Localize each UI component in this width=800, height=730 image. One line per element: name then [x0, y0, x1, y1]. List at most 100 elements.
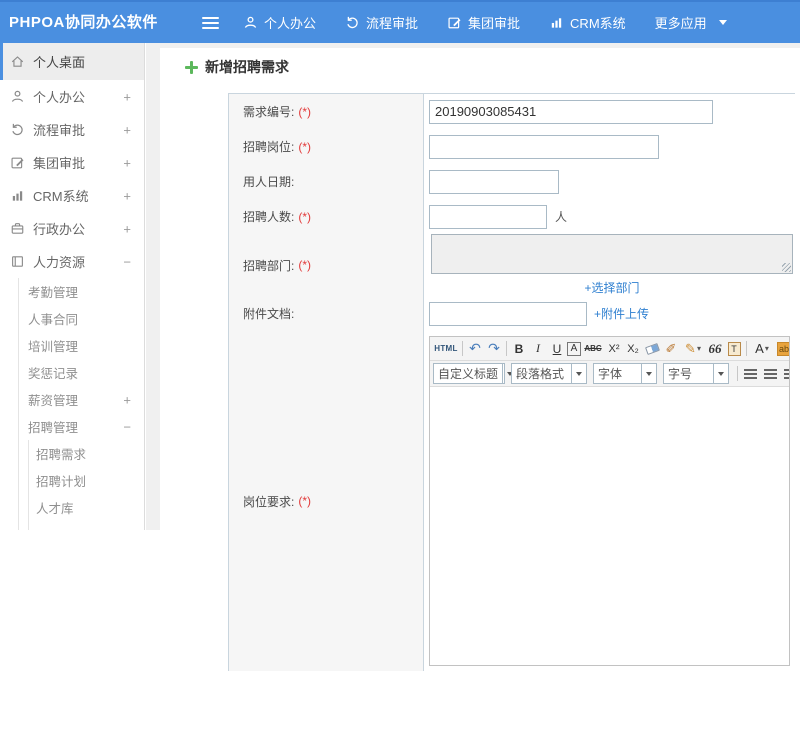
unit-suffix: 人 [555, 210, 568, 224]
process-refresh-icon [345, 15, 360, 30]
sidebar-item-crm-system[interactable]: CRM系统 + [0, 179, 144, 212]
redo-button[interactable]: ↷ [485, 339, 503, 358]
sidebar-item-hr-contract[interactable]: 人事合同 [0, 305, 144, 332]
format-brush-button[interactable]: ✐ [662, 339, 680, 358]
collapse-icon[interactable]: − [123, 419, 131, 434]
sidebar-item-reward-punishment[interactable]: 奖惩记录 [0, 359, 144, 386]
field-label: 用人日期: [229, 164, 424, 199]
bold-button[interactable]: B [510, 339, 528, 358]
home-icon [10, 54, 25, 69]
demand-no-input[interactable] [429, 99, 713, 124]
font-size-select[interactable]: 字号 [663, 363, 729, 384]
topnav-label: 集团审批 [468, 16, 521, 31]
sidebar-item-personal-office[interactable]: 个人办公 + [0, 80, 144, 113]
chevron-down-icon [718, 20, 727, 25]
sidebar-item-salary-mgmt[interactable]: 薪资管理 + [0, 386, 144, 413]
topbar: PHPOA协同办公软件 个人办公 流程审批 集团审批 CRM系统 更多应用 [0, 0, 800, 43]
topnav-crm-system[interactable]: CRM系统 [549, 13, 626, 32]
app-logo: PHPOA协同办公软件 [9, 14, 158, 31]
sidebar-item-label: 个人桌面 [33, 55, 86, 70]
underline-button[interactable]: U [548, 339, 566, 358]
chevron-down-icon [713, 364, 728, 383]
attachment-upload-link[interactable]: +附件上传 [594, 305, 649, 322]
sidebar-item-attendance-mgmt[interactable]: 考勤管理 [0, 278, 144, 305]
sidebar-item-personal-desktop[interactable]: 个人桌面 [0, 43, 144, 80]
expand-icon[interactable]: + [123, 188, 131, 203]
expand-icon[interactable]: + [123, 155, 131, 170]
hire-date-input[interactable] [429, 169, 559, 194]
briefcase-icon [10, 221, 25, 236]
topnav-label: 个人办公 [264, 16, 317, 31]
source-code-button[interactable]: HTML [433, 339, 459, 358]
sidebar-item-human-resources[interactable]: 人力资源 − [0, 245, 144, 278]
sidebar-item-group-approval[interactable]: 集团审批 + [0, 146, 144, 179]
field-label: 需求编号: (*) [229, 94, 424, 129]
headcount-input[interactable] [429, 204, 547, 229]
align-right-icon[interactable] [784, 368, 789, 379]
font-name-button[interactable]: A [567, 341, 581, 356]
topnav-more-apps[interactable]: 更多应用 [655, 13, 727, 32]
topnav-group-approval[interactable]: 集团审批 [447, 13, 520, 32]
edit-square-icon [10, 155, 25, 170]
form-row-headcount: 招聘人数: (*) 人 [229, 199, 795, 234]
required-marker: (*) [298, 494, 312, 508]
editor-content-area[interactable] [430, 387, 789, 665]
resize-grip[interactable] [782, 263, 791, 272]
clipboard-icon: T [727, 341, 741, 356]
sidebar-item-label: 考勤管理 [28, 286, 79, 300]
sidebar-item-recruit-mgmt[interactable]: 招聘管理 − [0, 413, 144, 440]
color-pen-button[interactable]: ✎ ▾ [681, 339, 705, 358]
font-family-select[interactable]: 字体 [593, 363, 657, 384]
sidebar-item-recruit-plan[interactable]: 招聘计划 [0, 467, 144, 494]
superscript-button[interactable]: X² [605, 339, 623, 358]
undo-button[interactable]: ↶ [466, 339, 484, 358]
chevron-down-icon [571, 364, 586, 383]
select-department-link[interactable]: +选择部门 [584, 279, 639, 296]
expand-icon[interactable]: + [123, 89, 131, 104]
field-label: 招聘部门: (*) [229, 234, 424, 296]
collapse-icon[interactable]: − [123, 254, 131, 269]
sidebar-item-process-approval[interactable]: 流程审批 + [0, 113, 144, 146]
topnav-process-approval[interactable]: 流程审批 [345, 13, 418, 32]
expand-icon[interactable]: + [123, 392, 131, 407]
recruit-demand-form: 需求编号: (*) 招聘岗位: (*) 用人日期: [228, 93, 795, 671]
recruit-dept-textarea[interactable] [431, 234, 793, 274]
blockquote-button[interactable]: 66 [706, 339, 724, 358]
strikethrough-button[interactable]: ABC [582, 339, 604, 358]
sidebar-item-label: 集团审批 [33, 156, 86, 171]
remove-format-button[interactable] [643, 339, 661, 358]
toolbar-divider [462, 341, 463, 356]
sidebar-item-label: 培训管理 [28, 340, 79, 354]
toolbar-divider [737, 366, 738, 381]
topnav-personal-office[interactable]: 个人办公 [243, 13, 316, 32]
sidebar-item-label: 招聘管理 [28, 421, 79, 435]
form-row-recruit-dept: 招聘部门: (*) +选择部门 [229, 234, 795, 296]
form-row-hire-date: 用人日期: [229, 164, 795, 199]
form-row-attachment: 附件文档: +附件上传 [229, 296, 795, 331]
align-center-icon[interactable] [764, 368, 777, 379]
heading-select[interactable]: 自定义标题 [433, 363, 505, 384]
expand-icon[interactable]: + [123, 221, 131, 236]
edit-square-icon [447, 15, 462, 30]
attachment-input[interactable] [429, 301, 587, 326]
highlight-color-button[interactable]: ab [775, 339, 789, 358]
align-left-icon[interactable] [744, 368, 757, 379]
sidebar-item-training-mgmt[interactable]: 培训管理 [0, 332, 144, 359]
job-title-input[interactable] [429, 134, 659, 159]
sidebar-item-talent-pool[interactable]: 人才库 [0, 494, 144, 521]
paragraph-format-select[interactable]: 段落格式 [511, 363, 587, 384]
menu-toggle-icon[interactable] [202, 17, 219, 32]
sidebar-item-label: 招聘计划 [36, 475, 87, 489]
page-title: 新增招聘需求 [185, 57, 289, 77]
bar-chart-icon [549, 15, 564, 30]
subscript-button[interactable]: X₂ [624, 339, 642, 358]
italic-button[interactable]: I [529, 339, 547, 358]
plain-paste-button[interactable]: T [725, 339, 743, 358]
top-navigation: 个人办公 流程审批 集团审批 CRM系统 更多应用 [243, 2, 727, 43]
expand-icon[interactable]: + [123, 122, 131, 137]
sidebar: 个人桌面 个人办公 + 流程审批 + 集团审批 + CRM系统 + 行政办公 + [0, 43, 145, 530]
font-color-button[interactable]: A ▾ [750, 339, 774, 358]
sidebar-item-admin-office[interactable]: 行政办公 + [0, 212, 144, 245]
sidebar-item-recruit-demand[interactable]: 招聘需求 [0, 440, 144, 467]
sidebar-item-label: 人事合同 [28, 313, 79, 327]
